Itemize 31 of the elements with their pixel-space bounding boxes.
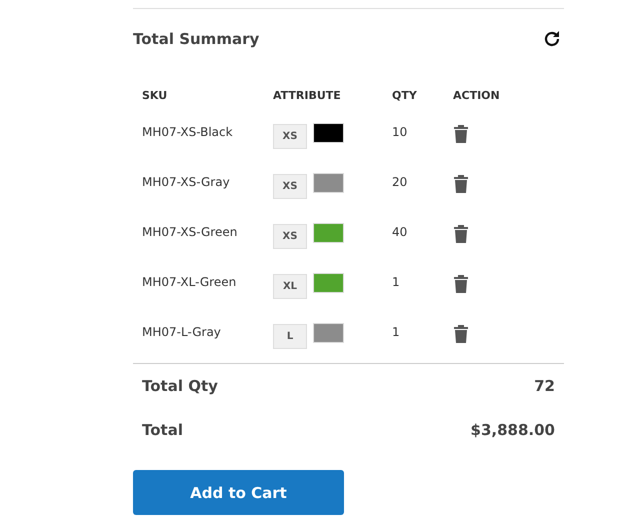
qty-text: 1: [392, 325, 400, 339]
add-to-cart-button[interactable]: Add to Cart: [133, 470, 344, 515]
total-label: Total: [142, 421, 183, 439]
trash-icon[interactable]: [453, 225, 469, 243]
trash-icon[interactable]: [453, 175, 469, 193]
trash-icon[interactable]: [453, 275, 469, 293]
sku-text: MH07-XS-Green: [142, 225, 238, 239]
size-option: XS: [273, 124, 307, 149]
qty-text: 40: [392, 225, 408, 239]
column-header: QTY: [392, 89, 418, 104]
column-header: SKU: [142, 89, 168, 104]
size-option: XS: [273, 174, 307, 199]
qty-text: 20: [392, 175, 408, 189]
size-option: XL: [273, 274, 307, 299]
sku-text: MH07-XS-Black: [142, 125, 233, 139]
refresh-icon[interactable]: [542, 29, 562, 49]
sku-text: MH07-XL-Green: [142, 275, 236, 289]
total-value: $3,888.00: [470, 421, 555, 439]
total-value: 72: [534, 377, 555, 395]
section-title: Total Summary: [133, 30, 260, 48]
sku-text: MH07-XS-Gray: [142, 175, 230, 189]
qty-text: 10: [392, 125, 408, 139]
size-option: XS: [273, 224, 307, 249]
total-label: Total Qty: [142, 377, 218, 395]
trash-icon[interactable]: [453, 125, 469, 143]
size-option: L: [273, 324, 307, 349]
column-header: ACTION: [453, 89, 501, 104]
sku-text: MH07-L-Gray: [142, 325, 221, 339]
column-header: ATTRIBUTE: [273, 89, 342, 104]
qty-text: 1: [392, 275, 400, 289]
trash-icon[interactable]: [453, 325, 469, 343]
